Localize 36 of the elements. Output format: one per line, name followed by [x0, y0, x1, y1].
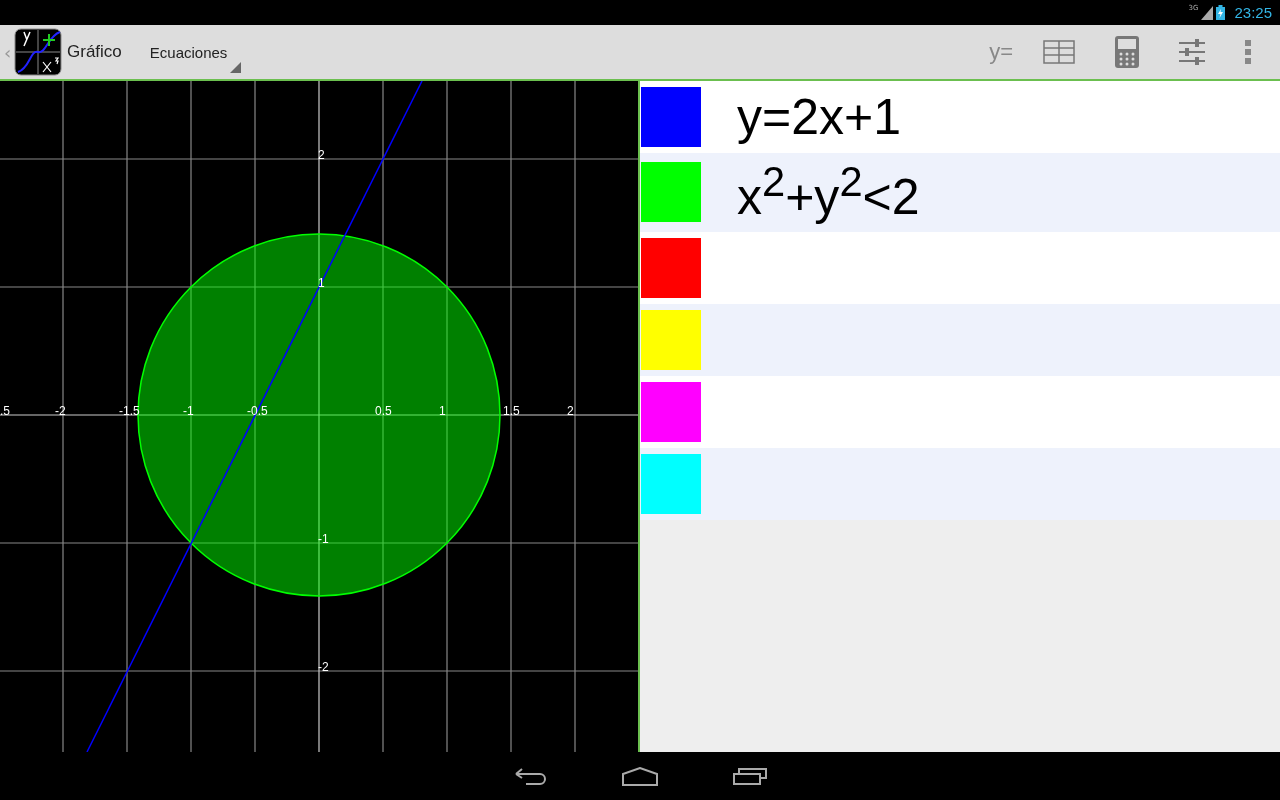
color-swatch[interactable] [641, 87, 701, 147]
axis-tick-label: 1.5 [503, 405, 520, 417]
graph-plot[interactable] [0, 81, 638, 752]
color-swatch[interactable] [641, 237, 701, 298]
equation-text: x$^{2}$+y$^{2}$<2 [737, 157, 920, 227]
color-swatch[interactable] [641, 453, 701, 514]
settings-icon[interactable] [1179, 39, 1205, 65]
axis-tick-label: -2 [55, 405, 66, 417]
color-swatch[interactable] [641, 381, 701, 442]
equation-text: y=2x+1 [737, 88, 901, 147]
axis-tick-label: 2 [567, 405, 574, 417]
axis-tick-label: 1 [318, 277, 325, 289]
axis-tick-label: 2 [318, 149, 325, 161]
axis-tick-label: 1 [439, 405, 446, 417]
color-swatch[interactable] [641, 309, 701, 370]
signal-icon [1201, 5, 1214, 20]
axis-tick-label: -1 [318, 533, 329, 545]
equation-row[interactable]: y=2x+1 [640, 81, 1280, 153]
dropdown-caret-icon [230, 62, 242, 73]
home-icon[interactable] [621, 766, 658, 786]
overflow-menu-icon[interactable] [1245, 40, 1251, 64]
clock-time: 23:25 [1234, 4, 1272, 21]
color-swatch[interactable] [641, 162, 701, 223]
recent-apps-icon[interactable] [732, 767, 767, 785]
axis-tick-label: -2 [318, 661, 329, 673]
table-icon[interactable] [1043, 40, 1075, 64]
axis-tick-label: -1 [183, 405, 194, 417]
app-title: Gráfico [67, 42, 122, 62]
axis-tick-label: 0.5 [375, 405, 392, 417]
equations-dropdown[interactable]: Ecuaciones [147, 25, 242, 79]
app-logo-icon[interactable] [14, 28, 62, 76]
calculator-icon[interactable] [1115, 36, 1139, 68]
back-icon[interactable] [513, 767, 547, 785]
axis-tick-label: .5 [0, 405, 10, 417]
equation-row[interactable]: x$^{2}$+y$^{2}$<2 [640, 153, 1280, 232]
battery-icon [1216, 5, 1226, 20]
